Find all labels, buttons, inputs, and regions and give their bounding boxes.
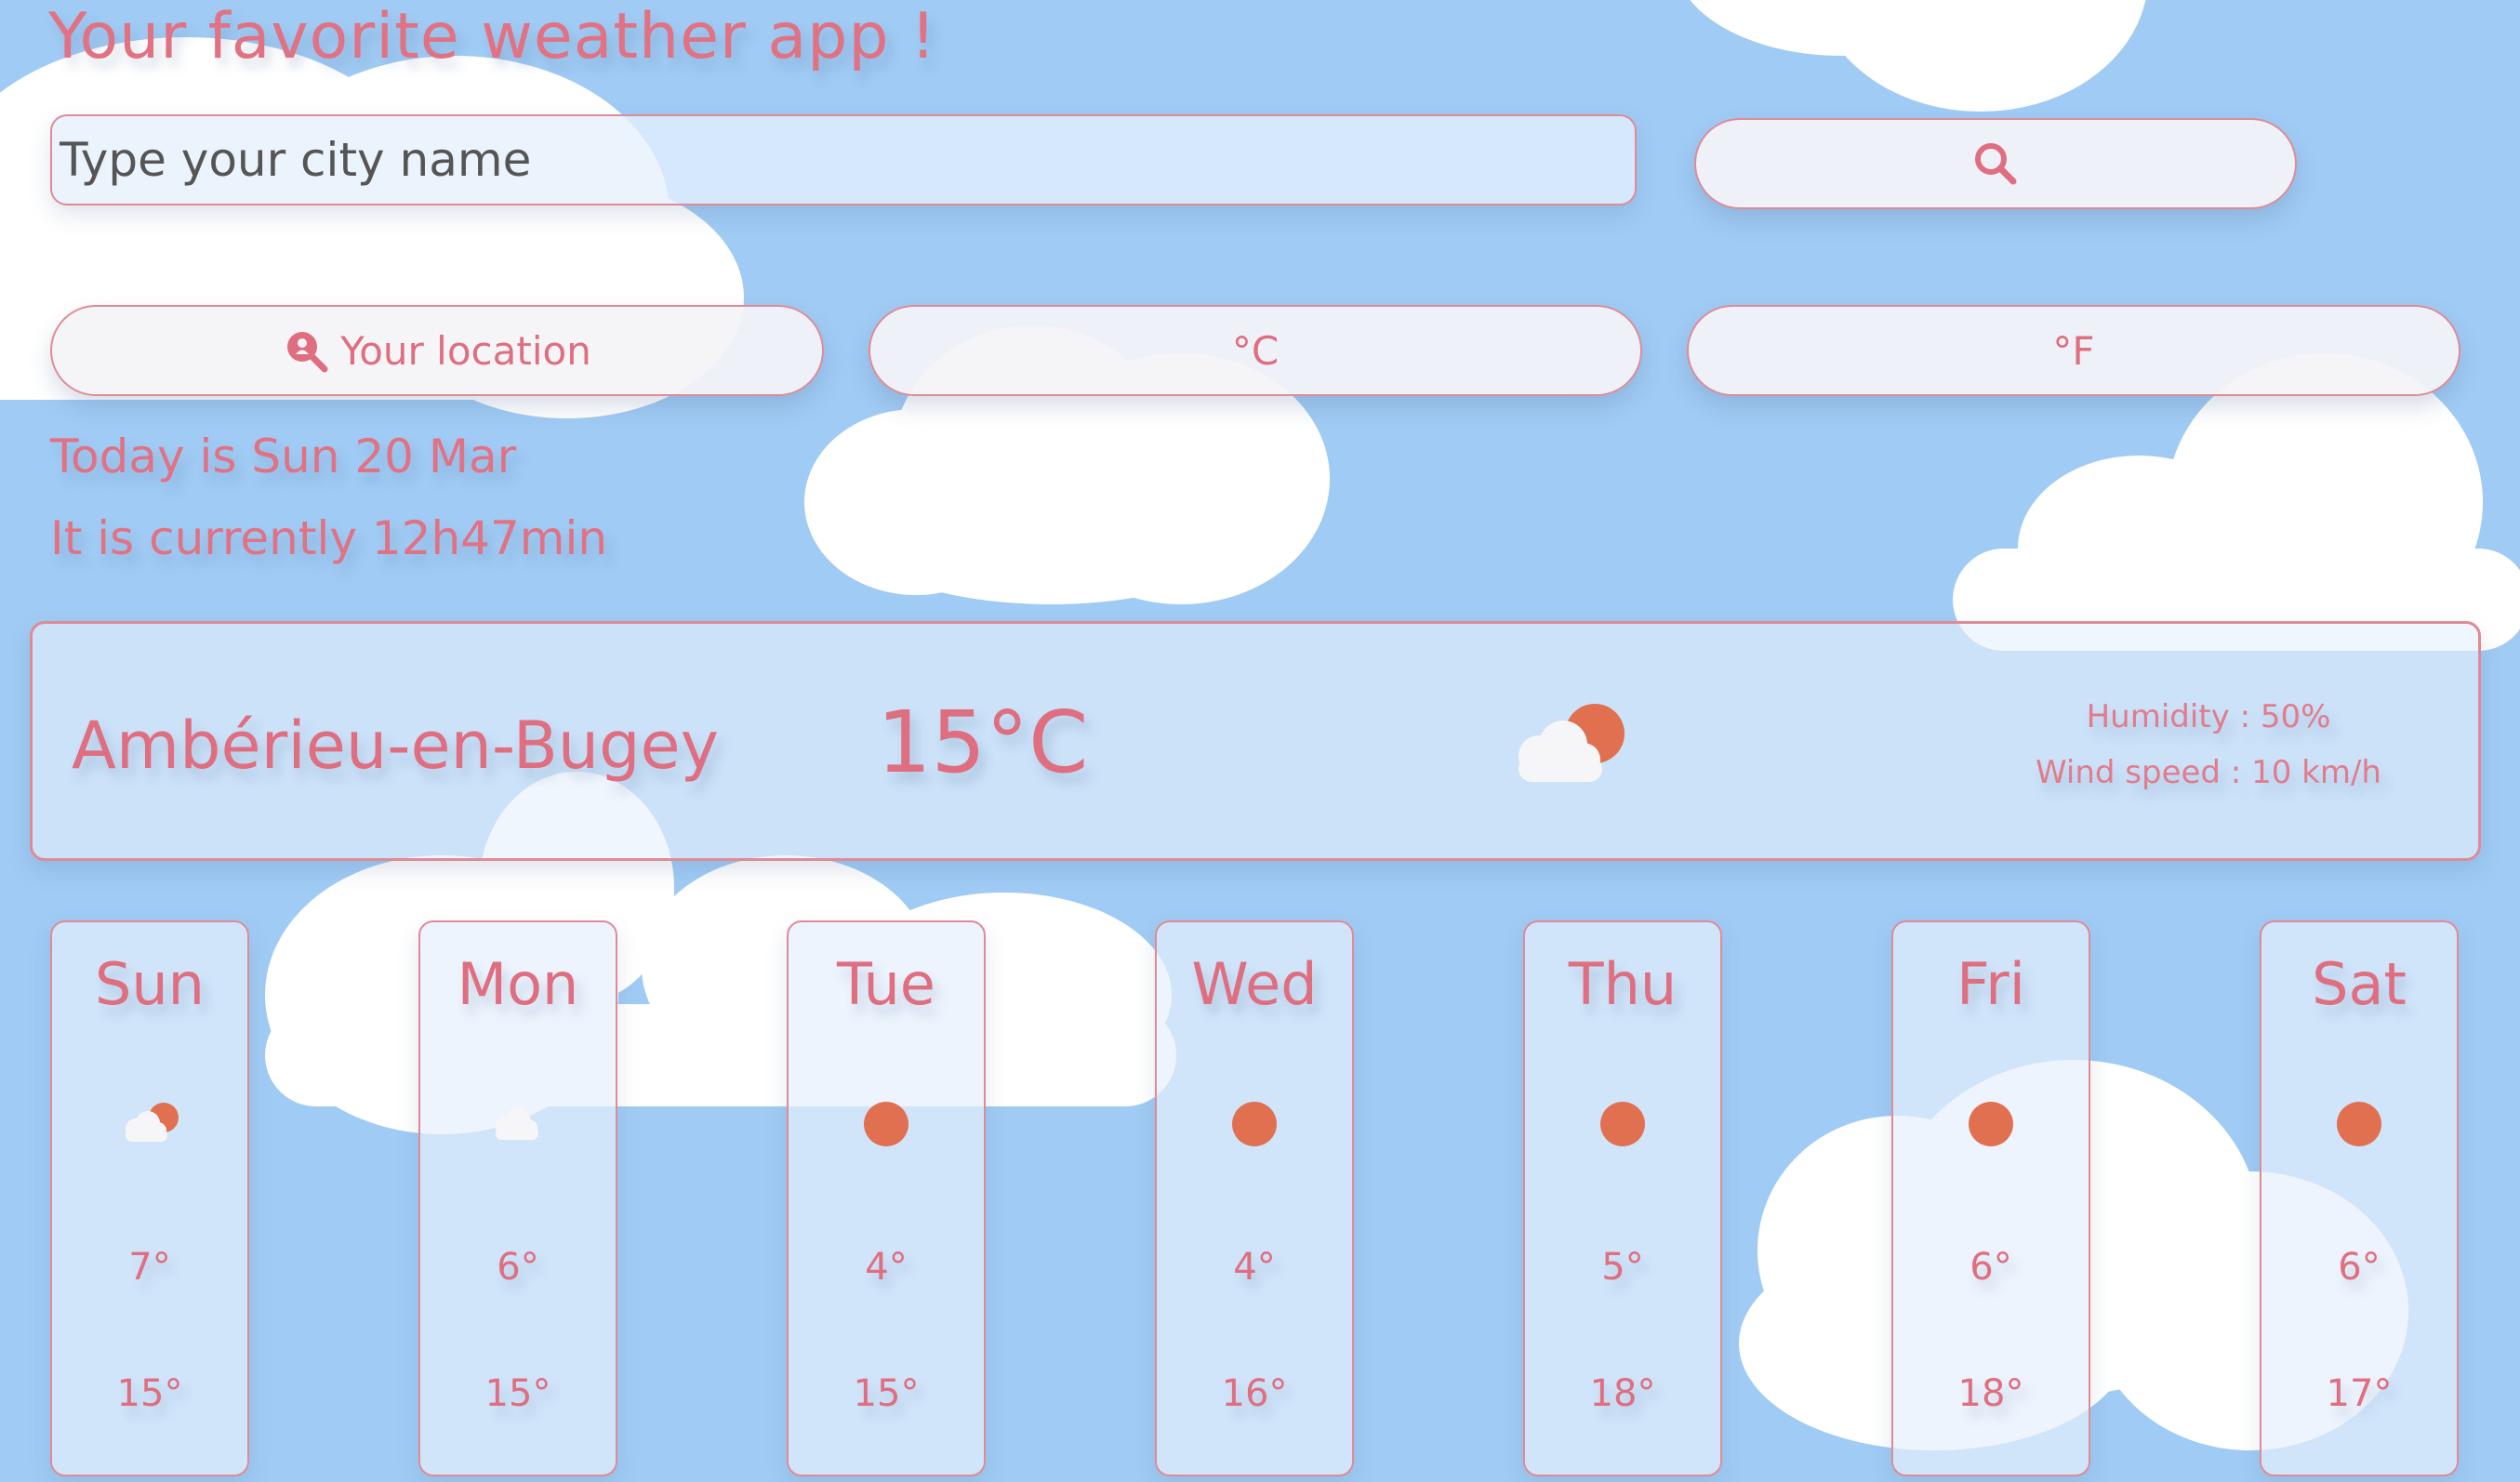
search-button[interactable] xyxy=(1694,118,2297,209)
fahrenheit-label: °F xyxy=(2052,327,2095,374)
forecast-min-temp: 4° xyxy=(865,1246,908,1289)
forecast-min-temp: 6° xyxy=(1970,1246,2012,1289)
your-location-button[interactable]: Your location xyxy=(50,305,824,396)
current-time: It is currently 12h47min xyxy=(50,511,608,565)
forecast-day-card: Fri 6° 18° xyxy=(1891,920,2090,1476)
forecast-day-name: Tue xyxy=(837,950,935,1018)
location-search-icon xyxy=(283,327,329,374)
location-button-label: Your location xyxy=(340,327,591,374)
forecast-min-temp: 7° xyxy=(128,1246,171,1289)
forecast-min-temp: 6° xyxy=(497,1246,539,1289)
search-icon xyxy=(1972,140,2019,187)
cloud-icon xyxy=(420,1099,616,1145)
partly-cloudy-icon xyxy=(52,1099,247,1145)
forecast-max-temp: 18° xyxy=(1957,1372,2024,1415)
forecast-min-temp: 5° xyxy=(1601,1246,1644,1289)
fahrenheit-button[interactable]: °F xyxy=(1687,305,2460,396)
forecast-max-temp: 15° xyxy=(116,1372,183,1415)
humidity: Humidity : 50% xyxy=(2086,698,2331,735)
forecast-day-name: Wed xyxy=(1191,950,1318,1018)
forecast-max-temp: 15° xyxy=(484,1372,551,1415)
forecast-min-temp: 4° xyxy=(1233,1246,1276,1289)
city-search-input[interactable] xyxy=(50,114,1637,205)
current-temperature: 15°C xyxy=(877,693,1089,792)
sun-icon xyxy=(1157,1099,1352,1149)
forecast-day-name: Thu xyxy=(1568,950,1678,1018)
sun-icon xyxy=(789,1099,984,1149)
city-name: Ambérieu-en-Bugey xyxy=(72,708,720,784)
forecast-min-temp: 6° xyxy=(2338,1246,2381,1289)
today-date: Today is Sun 20 Mar xyxy=(50,430,517,483)
forecast-max-temp: 18° xyxy=(1589,1372,1656,1415)
wind-speed: Wind speed : 10 km/h xyxy=(2036,754,2381,791)
sun-icon xyxy=(1525,1099,1720,1149)
forecast-day-card: Sat 6° 17° xyxy=(2260,920,2459,1476)
forecast-day-name: Sun xyxy=(95,950,205,1018)
celsius-label: °C xyxy=(1231,327,1280,374)
sun-icon xyxy=(2261,1099,2457,1149)
celsius-button[interactable]: °C xyxy=(869,305,1642,396)
forecast-max-temp: 17° xyxy=(2326,1372,2393,1415)
app-title: Your favorite weather app ! xyxy=(48,0,937,73)
forecast-day-name: Fri xyxy=(1956,950,2025,1018)
forecast-day-card: Thu 5° 18° xyxy=(1523,920,1722,1476)
sun-icon xyxy=(1893,1099,2089,1149)
forecast-day-name: Mon xyxy=(457,950,579,1018)
forecast-max-temp: 15° xyxy=(853,1372,920,1415)
forecast-max-temp: 16° xyxy=(1221,1372,1288,1415)
current-weather-card: Ambérieu-en-Bugey 15°C Humidity : 50% Wi… xyxy=(30,621,2481,861)
forecast-day-name: Sat xyxy=(2312,950,2407,1018)
partly-cloudy-icon xyxy=(1502,702,1632,789)
forecast-day-card: Mon 6° 15° xyxy=(418,920,617,1476)
forecast-day-card: Sun 7° 15° xyxy=(50,920,249,1476)
forecast-day-card: Tue 4° 15° xyxy=(787,920,986,1476)
forecast-day-card: Wed 4° 16° xyxy=(1155,920,1354,1476)
